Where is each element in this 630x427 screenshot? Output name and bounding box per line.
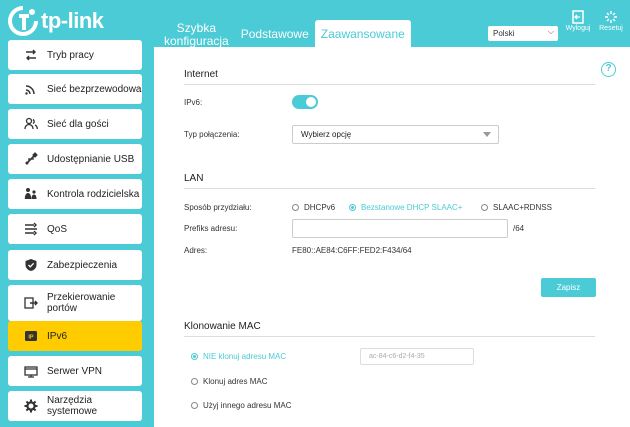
sidebar-item-operation-mode[interactable]: Tryb pracy bbox=[8, 40, 142, 70]
radio-dot bbox=[481, 204, 488, 211]
sidebar-item-port-forwarding[interactable]: Przekierowanie portów bbox=[8, 285, 142, 321]
sidebar-item-qos[interactable]: QoS bbox=[8, 214, 142, 244]
sidebar-item-wireless[interactable]: Sieć bezprzewodowa bbox=[8, 74, 142, 104]
reset-button[interactable]: Resetuj bbox=[596, 10, 626, 32]
internet-section-title: Internet bbox=[184, 69, 218, 80]
prefix-input[interactable] bbox=[292, 219, 508, 238]
swap-arrows-icon bbox=[24, 48, 38, 62]
help-icon[interactable]: ? bbox=[601, 62, 616, 77]
tab-basic[interactable]: Podstawowe bbox=[235, 20, 315, 46]
brand-name: tp-link bbox=[41, 8, 104, 33]
radio-no-clone[interactable]: NIE klonuj adresu MAC bbox=[191, 352, 286, 361]
radio-dot bbox=[191, 402, 198, 409]
sidebar-item-usb-sharing[interactable]: Udostępnianie USB bbox=[8, 144, 142, 174]
sidebar-item-parental-control[interactable]: Kontrola rodzicielska bbox=[8, 179, 142, 209]
qos-icon bbox=[24, 222, 38, 236]
sidebar: Tryb pracy Sieć bezprzewodowa Sieć dla g… bbox=[0, 40, 154, 427]
radio-custom-mac[interactable]: Użyj innego adresu MAC bbox=[191, 401, 291, 410]
tab-quick-setup[interactable]: Szybka konfiguracja bbox=[158, 20, 235, 48]
chevron-down-icon: ⌵ bbox=[547, 27, 554, 36]
save-button[interactable]: Zapisz bbox=[541, 278, 596, 297]
prefix-label: Prefiks adresu: bbox=[184, 224, 238, 233]
reset-icon bbox=[596, 10, 626, 24]
tp-link-logo-icon bbox=[8, 6, 38, 36]
usb-icon bbox=[24, 152, 38, 166]
radio-custom-mac-label: Użyj innego adresu MAC bbox=[203, 401, 292, 410]
gear-icon bbox=[24, 399, 38, 413]
shield-icon bbox=[24, 258, 38, 272]
reset-label: Resetuj bbox=[599, 25, 623, 32]
prefix-suffix: /64 bbox=[513, 224, 525, 233]
connection-type-select[interactable]: Wybierz opcję bbox=[292, 125, 499, 144]
sidebar-item-label: Sieć dla gości bbox=[47, 118, 109, 130]
connection-type-value: Wybierz opcję bbox=[301, 130, 352, 139]
sidebar-item-label: Przekierowanie portów bbox=[47, 292, 116, 314]
radio-clone-mac-label: Klonuj adres MAC bbox=[203, 377, 268, 386]
sidebar-item-label: IPv6 bbox=[47, 330, 68, 342]
logout-label: Wyloguj bbox=[565, 25, 591, 32]
mac-address-field[interactable]: ac-84-c6-d2-f4-35 bbox=[360, 348, 474, 365]
caret-down-icon bbox=[483, 132, 491, 137]
sidebar-item-guest-network[interactable]: Sieć dla gości bbox=[8, 109, 142, 139]
wifi-icon bbox=[24, 82, 38, 96]
sidebar-item-ipv6[interactable]: IP IPv6 bbox=[8, 321, 142, 351]
port-forward-icon bbox=[24, 296, 38, 310]
tab-advanced[interactable]: Zaawansowane bbox=[314, 20, 411, 47]
toggle-knob bbox=[306, 97, 316, 107]
ipv6-toggle[interactable] bbox=[292, 95, 318, 109]
radio-dhcpv6[interactable]: DHCPv6 bbox=[292, 203, 335, 212]
sidebar-item-label: Serwer VPN bbox=[47, 365, 103, 377]
radio-dot bbox=[191, 353, 198, 360]
radio-stateless-dhcp[interactable]: Bezstanowe DHCP SLAAC+ bbox=[349, 203, 462, 212]
family-icon bbox=[24, 187, 38, 201]
radio-stateless-dhcp-label: Bezstanowe DHCP SLAAC+ bbox=[361, 203, 463, 212]
radio-dhcpv6-label: DHCPv6 bbox=[304, 203, 336, 212]
divider bbox=[184, 188, 595, 189]
mac-clone-section-title: Klonowanie MAC bbox=[184, 321, 261, 332]
sidebar-item-security[interactable]: Zabezpieczenia bbox=[8, 250, 142, 280]
top-nav: Szybka konfiguracja Podstawowe Zaawansow… bbox=[158, 20, 411, 48]
sidebar-item-label: Udostępnianie USB bbox=[47, 153, 135, 165]
logout-button[interactable]: Wyloguj bbox=[563, 10, 593, 32]
radio-dot bbox=[292, 204, 299, 211]
sidebar-item-label: QoS bbox=[47, 223, 68, 235]
sidebar-item-label: Tryb pracy bbox=[47, 49, 94, 61]
radio-dot bbox=[191, 378, 198, 385]
language-select[interactable]: Polski ⌵ bbox=[488, 26, 558, 41]
address-value: FE80::AE84:C6FF:FED2:F434/64 bbox=[292, 246, 412, 255]
radio-clone-mac[interactable]: Klonuj adres MAC bbox=[191, 377, 267, 386]
sidebar-item-label: Sieć bezprzewodowa bbox=[47, 83, 142, 95]
radio-no-clone-label: NIE klonuj adresu MAC bbox=[203, 352, 287, 361]
sidebar-item-vpn-server[interactable]: Serwer VPN bbox=[8, 356, 142, 386]
vpn-icon bbox=[24, 364, 38, 378]
svg-text:IP: IP bbox=[28, 335, 34, 341]
tab-basic-label: Podstawowe bbox=[240, 26, 309, 41]
divider bbox=[184, 336, 595, 337]
divider bbox=[184, 84, 595, 85]
tp-link-logo: tp-link bbox=[8, 6, 104, 36]
radio-dot bbox=[349, 204, 356, 211]
lan-section-title: LAN bbox=[184, 173, 204, 184]
mac-address-value: ac-84-c6-d2-f4-35 bbox=[369, 353, 425, 360]
ipv6-icon: IP bbox=[24, 329, 38, 343]
tab-advanced-label: Zaawansowane bbox=[320, 27, 405, 41]
guest-users-icon bbox=[24, 117, 38, 131]
language-value: Polski bbox=[493, 29, 515, 38]
sidebar-item-system-tools[interactable]: Narzędzia systemowe bbox=[8, 391, 142, 421]
radio-slaac-rdnss-label: SLAAC+RDNSS bbox=[493, 203, 552, 212]
address-label: Adres: bbox=[184, 246, 208, 255]
sidebar-item-label: Zabezpieczenia bbox=[47, 259, 118, 271]
assign-method-label: Sposób przydziału: bbox=[184, 203, 252, 212]
logout-icon bbox=[563, 10, 593, 24]
ipv6-label: IPv6: bbox=[184, 98, 203, 107]
sidebar-item-label: Narzędzia systemowe bbox=[47, 395, 98, 417]
sidebar-item-label: Kontrola rodzicielska bbox=[47, 188, 140, 200]
radio-slaac-rdnss[interactable]: SLAAC+RDNSS bbox=[481, 203, 552, 212]
connection-type-label: Typ połączenia: bbox=[184, 130, 240, 139]
